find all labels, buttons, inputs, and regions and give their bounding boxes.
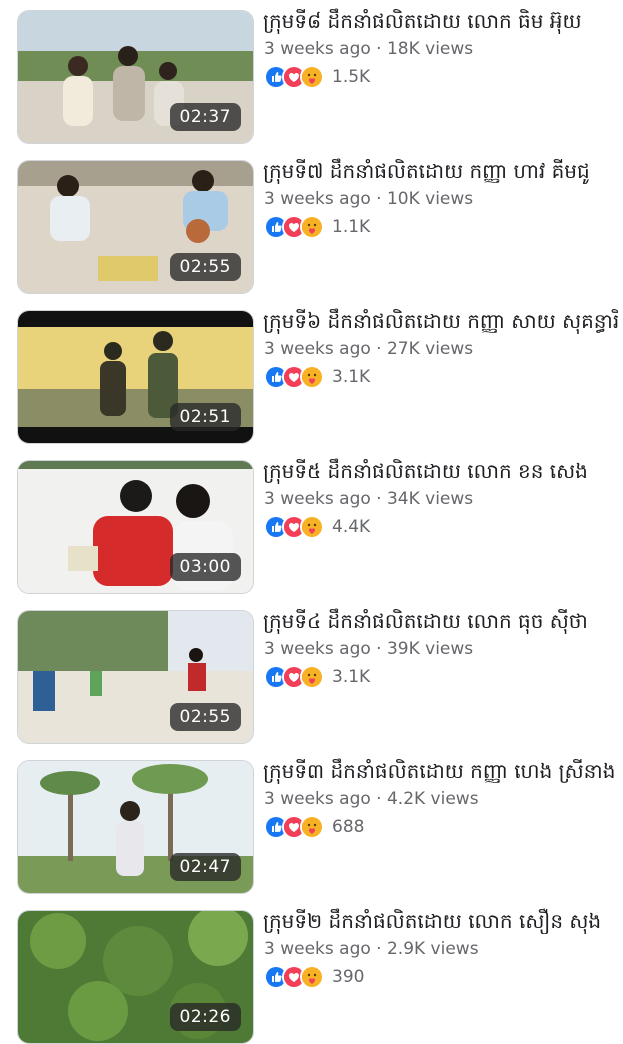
video-duration: 02:26 <box>169 1003 241 1031</box>
reactions-count: 688 <box>332 817 365 837</box>
video-thumbnail[interactable]: 02:55 <box>17 610 254 744</box>
reactions[interactable]: 4.4K <box>264 515 371 539</box>
reactions[interactable]: 3.1K <box>264 665 371 689</box>
reactions-count: 390 <box>332 967 365 987</box>
video-thumbnail[interactable]: 02:47 <box>17 760 254 894</box>
video-title[interactable]: ក្រុមទី៤ ដឹកនាំផលិតដោយ លោក ធុច ស៊ីថា <box>263 608 618 634</box>
care-icon <box>300 815 324 839</box>
reactions[interactable]: 1.1K <box>264 215 371 239</box>
video-duration: 02:37 <box>169 103 241 131</box>
reactions-count: 4.4K <box>332 517 371 537</box>
video-title[interactable]: ក្រុមទី៧ ដឹកនាំផលិតដោយ កញ្ញា ហាវ គីមជូ <box>263 158 618 184</box>
reactions[interactable]: 688 <box>264 815 365 839</box>
care-icon <box>300 665 324 689</box>
video-thumbnail[interactable]: 02:37 <box>17 10 254 144</box>
video-meta: 3 weeks ago · 39K views <box>264 639 474 659</box>
reactions-count: 1.5K <box>332 67 371 87</box>
reactions[interactable]: 1.5K <box>264 65 371 89</box>
video-item[interactable]: 02:26 ក្រុមទី២ ដឹកនាំផលិតដោយ លោក សឿន សុង… <box>0 900 623 1044</box>
care-icon <box>300 365 324 389</box>
video-thumbnail[interactable]: 03:00 <box>17 460 254 594</box>
reactions-count: 3.1K <box>332 367 371 387</box>
video-duration: 02:55 <box>169 703 241 731</box>
video-item[interactable]: 03:00 ក្រុមទី៥ ដឹកនាំផលិតដោយ លោក ខន សេង … <box>0 450 623 600</box>
reactions-count: 1.1K <box>332 217 371 237</box>
video-duration: 02:55 <box>169 253 241 281</box>
video-item[interactable]: 02:55 ក្រុមទី៧ ដឹកនាំផលិតដោយ កញ្ញា ហាវ គ… <box>0 150 623 300</box>
video-duration: 02:51 <box>169 403 241 431</box>
video-meta: 3 weeks ago · 18K views <box>264 39 474 59</box>
reactions[interactable]: 3.1K <box>264 365 371 389</box>
video-item[interactable]: 02:37 ក្រុមទី៨ ដឹកនាំផលិតដោយ លោក ធិម អ៊ុ… <box>0 0 623 150</box>
video-duration: 02:47 <box>169 853 241 881</box>
care-icon <box>300 965 324 989</box>
care-icon <box>300 515 324 539</box>
video-title[interactable]: ក្រុមទី៣ ដឹកនាំផលិតដោយ កញ្ញា ហេង ស្រីនាង <box>263 758 618 784</box>
video-thumbnail[interactable]: 02:55 <box>17 160 254 294</box>
video-title[interactable]: ក្រុមទី៦ ដឹកនាំផលិតដោយ កញ្ញា សាយ សុគន្ធា… <box>263 308 618 334</box>
video-thumbnail[interactable]: 02:51 <box>17 310 254 444</box>
video-meta: 3 weeks ago · 4.2K views <box>264 789 479 809</box>
video-title[interactable]: ក្រុមទី៥ ដឹកនាំផលិតដោយ លោក ខន សេង <box>263 458 618 484</box>
care-icon <box>300 215 324 239</box>
video-meta: 3 weeks ago · 10K views <box>264 189 474 209</box>
video-list: 02:37 ក្រុមទី៨ ដឹកនាំផលិតដោយ លោក ធិម អ៊ុ… <box>0 0 623 1044</box>
reactions-count: 3.1K <box>332 667 371 687</box>
video-meta: 3 weeks ago · 34K views <box>264 489 474 509</box>
video-item[interactable]: 02:51 ក្រុមទី៦ ដឹកនាំផលិតដោយ កញ្ញា សាយ ស… <box>0 300 623 450</box>
care-icon <box>300 65 324 89</box>
video-title[interactable]: ក្រុមទី៨ ដឹកនាំផលិតដោយ លោក ធិម អ៊ុយ <box>263 8 618 34</box>
video-meta: 3 weeks ago · 2.9K views <box>264 939 479 959</box>
video-item[interactable]: 02:55 ក្រុមទី៤ ដឹកនាំផលិតដោយ លោក ធុច ស៊ី… <box>0 600 623 750</box>
video-title[interactable]: ក្រុមទី២ ដឹកនាំផលិតដោយ លោក សឿន សុង <box>263 908 618 934</box>
video-meta: 3 weeks ago · 27K views <box>264 339 474 359</box>
video-duration: 03:00 <box>169 553 241 581</box>
video-item[interactable]: 02:47 ក្រុមទី៣ ដឹកនាំផលិតដោយ កញ្ញា ហេង ស… <box>0 750 623 900</box>
reactions[interactable]: 390 <box>264 965 365 989</box>
